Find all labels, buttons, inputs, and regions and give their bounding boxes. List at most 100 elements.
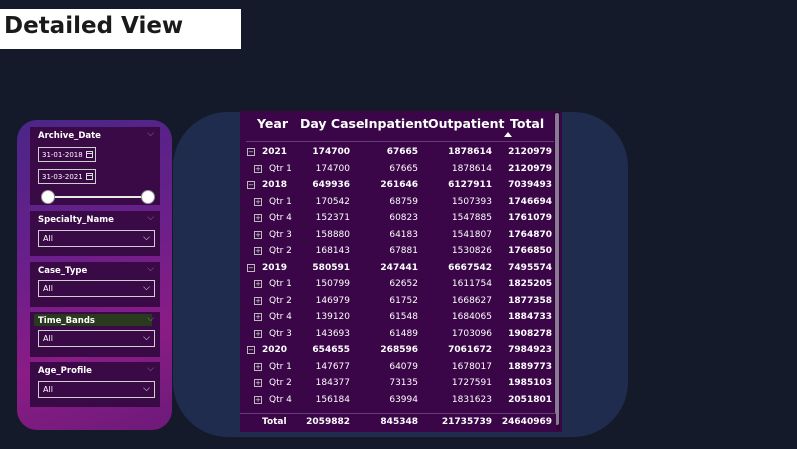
expand-plus-icon[interactable]: + bbox=[254, 362, 262, 371]
total-day-case: 2059882 bbox=[306, 417, 350, 427]
year-row: −2018 649936 261646 6127911 7039493 bbox=[240, 177, 556, 194]
chevron-down-icon[interactable]: ⌵ bbox=[147, 314, 154, 324]
row-value-cell: 1764870 bbox=[508, 229, 552, 240]
expand-plus-icon[interactable]: + bbox=[254, 379, 262, 387]
case-type-slicer: Case_Type ⌵ All ⌵ bbox=[30, 262, 160, 307]
matrix-table: Year Day Case Inpatient Outpatient Total… bbox=[240, 111, 562, 432]
row-value-cell: 143693 bbox=[315, 328, 350, 339]
case-type-dropdown[interactable]: All ⌵ bbox=[38, 280, 155, 297]
row-value-cell: 150799 bbox=[315, 279, 350, 289]
row-value-cell: 1746694 bbox=[508, 196, 552, 207]
collapse-minus-icon[interactable]: − bbox=[247, 148, 255, 156]
row-value-cell: 1889773 bbox=[508, 361, 552, 372]
column-header-year[interactable]: Year bbox=[257, 116, 288, 131]
calendar-icon[interactable] bbox=[86, 173, 93, 180]
expand-plus-icon[interactable]: + bbox=[254, 230, 262, 239]
row-value-cell: 139120 bbox=[315, 312, 350, 322]
expand-plus-icon[interactable]: + bbox=[254, 395, 262, 404]
row-label: Qtr 2 bbox=[269, 378, 292, 388]
row-value-cell: 1761079 bbox=[508, 213, 552, 223]
column-header-total[interactable]: Total bbox=[510, 116, 544, 131]
row-value-cell: 63994 bbox=[389, 394, 418, 405]
row-label: Qtr 2 bbox=[269, 295, 292, 306]
row-value-cell: 268596 bbox=[380, 345, 418, 355]
row-value-cell: 1684065 bbox=[451, 312, 492, 322]
row-value-cell: 146979 bbox=[315, 295, 350, 306]
column-header-outpatient[interactable]: Outpatient bbox=[428, 116, 505, 131]
date-slider-start-thumb[interactable] bbox=[41, 190, 55, 204]
sort-up-icon[interactable] bbox=[504, 132, 512, 137]
chevron-down-icon[interactable]: ⌵ bbox=[147, 264, 154, 274]
time-bands-slicer: Time_Bands ⌵ All ⌵ bbox=[30, 312, 160, 357]
archive-date-label: Archive_Date bbox=[38, 131, 101, 141]
age-profile-dropdown[interactable]: All ⌵ bbox=[38, 381, 155, 398]
date-slider-track[interactable] bbox=[47, 196, 147, 198]
quarter-row: + Qtr 4 156184 63994 1831623 2051801 bbox=[240, 392, 556, 409]
collapse-minus-icon[interactable]: − bbox=[247, 346, 255, 354]
row-value-cell: 1884733 bbox=[508, 312, 552, 322]
expand-plus-icon[interactable]: + bbox=[254, 247, 262, 255]
row-value-cell: 174700 bbox=[315, 163, 350, 174]
row-label: Qtr 4 bbox=[269, 213, 292, 223]
collapse-minus-icon[interactable]: − bbox=[247, 263, 255, 272]
year-row: −2019 580591 247441 6667542 7495574 bbox=[240, 260, 556, 277]
row-value-cell: 1678017 bbox=[451, 361, 492, 372]
case-type-label: Case_Type bbox=[38, 266, 88, 276]
row-value-cell: 1611754 bbox=[451, 279, 492, 289]
quarter-row: + Qtr 1 170542 68759 1507393 1746694 bbox=[240, 194, 556, 211]
row-value-cell: 67881 bbox=[389, 246, 418, 256]
quarter-row: + Qtr 2 168143 67881 1530826 1766850 bbox=[240, 243, 556, 260]
specialty-name-dropdown[interactable]: All ⌵ bbox=[38, 230, 155, 247]
expand-plus-icon[interactable]: + bbox=[254, 329, 262, 338]
expand-plus-icon[interactable]: + bbox=[254, 164, 262, 173]
header-divider bbox=[246, 141, 554, 142]
case-type-value: All bbox=[43, 284, 53, 293]
row-value-cell: 61548 bbox=[389, 312, 418, 322]
start-date-value: 31-01-2018 bbox=[42, 151, 83, 159]
specialty-name-slicer: Specialty_Name ⌵ All ⌵ bbox=[30, 211, 160, 256]
row-value-cell: 64079 bbox=[389, 361, 418, 372]
row-label: Qtr 1 bbox=[269, 279, 292, 289]
total-total: 24640969 bbox=[501, 417, 552, 427]
row-label: Qtr 1 bbox=[269, 163, 292, 174]
expand-plus-icon[interactable]: + bbox=[254, 313, 262, 321]
row-label: Qtr 1 bbox=[269, 361, 292, 372]
row-label: Qtr 2 bbox=[269, 246, 292, 256]
calendar-icon[interactable] bbox=[86, 151, 93, 158]
date-slider-end-thumb[interactable] bbox=[141, 190, 155, 204]
row-label: Qtr 1 bbox=[269, 196, 292, 207]
expand-plus-icon[interactable]: + bbox=[254, 197, 262, 206]
quarter-row: + Qtr 1 150799 62652 1611754 1825205 bbox=[240, 276, 556, 293]
chevron-down-icon: ⌵ bbox=[143, 233, 150, 243]
quarter-row: + Qtr 3 143693 61489 1703096 1908278 bbox=[240, 326, 556, 343]
total-outpatient: 21735739 bbox=[441, 417, 492, 427]
expand-plus-icon[interactable]: + bbox=[254, 296, 262, 305]
time-bands-dropdown[interactable]: All ⌵ bbox=[38, 330, 155, 347]
quarter-row: + Qtr 3 158880 64183 1541807 1764870 bbox=[240, 227, 556, 244]
row-value-cell: 170542 bbox=[315, 196, 350, 207]
row-value-cell: 174700 bbox=[312, 147, 350, 157]
expand-plus-icon[interactable]: + bbox=[254, 214, 262, 222]
quarter-row: + Qtr 1 147677 64079 1678017 1889773 bbox=[240, 359, 556, 376]
page-title-box: Detailed View bbox=[0, 9, 241, 49]
chevron-down-icon[interactable]: ⌵ bbox=[147, 364, 154, 374]
column-header-day-case[interactable]: Day Case bbox=[300, 116, 364, 131]
row-value-cell: 247441 bbox=[380, 262, 418, 273]
row-value-cell: 7061672 bbox=[448, 345, 492, 355]
quarter-row: + Qtr 2 146979 61752 1668627 1877358 bbox=[240, 293, 556, 310]
row-value-cell: 156184 bbox=[315, 394, 350, 405]
year-row: −2020 654655 268596 7061672 7984923 bbox=[240, 342, 556, 359]
chevron-down-icon[interactable]: ⌵ bbox=[147, 129, 154, 139]
end-date-input[interactable]: 31-03-2021 bbox=[38, 169, 96, 184]
collapse-minus-icon[interactable]: − bbox=[247, 181, 255, 189]
column-header-inpatient[interactable]: Inpatient bbox=[364, 116, 429, 131]
start-date-input[interactable]: 31-01-2018 bbox=[38, 147, 96, 162]
expand-plus-icon[interactable]: + bbox=[254, 280, 262, 288]
row-value-cell: 1766850 bbox=[508, 246, 552, 256]
chevron-down-icon: ⌵ bbox=[143, 333, 150, 343]
chevron-down-icon[interactable]: ⌵ bbox=[147, 213, 154, 223]
row-value-cell: 649936 bbox=[312, 180, 350, 190]
row-value-cell: 62652 bbox=[389, 279, 418, 289]
row-value-cell: 2120979 bbox=[508, 163, 552, 174]
vertical-scrollbar-thumb[interactable] bbox=[555, 113, 559, 425]
